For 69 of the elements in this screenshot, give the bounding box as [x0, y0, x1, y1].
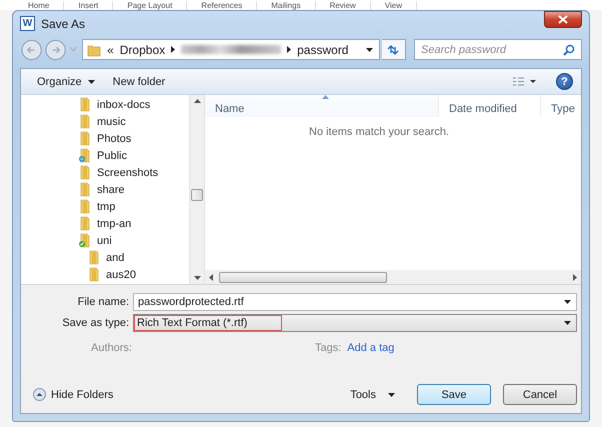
- scroll-left-icon[interactable]: [209, 274, 213, 280]
- folder-icon: [78, 97, 92, 112]
- folder-icon: [87, 42, 102, 56]
- folder-icon: [78, 131, 92, 146]
- add-tag-link[interactable]: Add a tag: [347, 342, 394, 354]
- chevron-icon[interactable]: [287, 46, 292, 53]
- tree-item[interactable]: and: [21, 249, 189, 266]
- type-dropdown[interactable]: Rich Text Format (*.rtf): [133, 314, 577, 332]
- folder-icon: [87, 267, 101, 282]
- tree-item[interactable]: Photos: [21, 130, 189, 147]
- folder-icon: [87, 250, 101, 265]
- caret-icon: [388, 392, 395, 396]
- caret-icon: [88, 80, 95, 84]
- tree-item[interactable]: share: [21, 181, 189, 198]
- synced-folder-icon: [78, 233, 92, 248]
- organize-menu[interactable]: Organize: [31, 74, 101, 90]
- tree-item[interactable]: music: [21, 113, 189, 130]
- close-icon: [558, 15, 568, 24]
- metadata-label: Tags:: [315, 342, 342, 354]
- vertical-scrollbar[interactable]: [189, 95, 204, 284]
- overflow-mark[interactable]: «: [107, 42, 114, 56]
- column-header[interactable]: Type: [541, 95, 581, 117]
- address-bar[interactable]: « Dropbox password: [82, 39, 380, 60]
- filename-field[interactable]: passwordprotected.rtf: [133, 293, 577, 311]
- refresh-button[interactable]: [382, 39, 406, 60]
- tree-item[interactable]: aus20: [21, 266, 189, 283]
- scroll-down-icon[interactable]: [194, 276, 200, 280]
- tools-menu[interactable]: Tools: [350, 388, 395, 400]
- dropdown-arrow-icon[interactable]: [564, 321, 571, 325]
- word-icon: W: [20, 16, 35, 31]
- help-button[interactable]: ?: [556, 73, 573, 90]
- new-folder-button[interactable]: New folder: [106, 74, 172, 90]
- breadcrumb-item[interactable]: Dropbox: [120, 42, 166, 56]
- dropdown-arrow-icon[interactable]: [564, 300, 571, 304]
- empty-message: No items match your search.: [308, 125, 450, 140]
- column-header[interactable]: Date modified: [439, 95, 541, 117]
- folder-icon: [78, 114, 92, 129]
- column-header[interactable]: Name: [205, 95, 439, 117]
- folder-icon: [78, 165, 92, 180]
- search-icon: [562, 44, 575, 56]
- close-button[interactable]: [544, 11, 582, 28]
- folder-icon: [78, 199, 92, 214]
- horizontal-scrollbar[interactable]: [205, 270, 581, 284]
- chevron-icon[interactable]: [171, 46, 176, 53]
- shared-folder-icon: [78, 148, 92, 163]
- cancel-button[interactable]: Cancel: [503, 384, 577, 405]
- scroll-thumb[interactable]: [191, 189, 203, 201]
- collapse-icon: [33, 388, 46, 401]
- refresh-icon: [386, 44, 400, 56]
- tree-item[interactable]: tmp: [21, 198, 189, 215]
- tree-item[interactable]: tmp-an: [21, 215, 189, 232]
- scroll-right-icon[interactable]: [573, 274, 577, 280]
- window-title: Save As: [41, 16, 86, 30]
- save-button[interactable]: Save: [417, 384, 491, 405]
- field-label: File name:: [76, 296, 129, 308]
- breadcrumb-item[interactable]: password: [297, 42, 348, 56]
- scroll-thumb[interactable]: [219, 272, 387, 282]
- tree-item[interactable]: inbox-docs: [21, 96, 189, 113]
- tree-item[interactable]: uni: [21, 232, 189, 249]
- dropdown-arrow-icon[interactable]: [366, 48, 373, 52]
- folder-icon: [78, 216, 92, 231]
- hide-folders-button[interactable]: Hide Folders: [33, 388, 114, 401]
- metadata-label: Authors:: [91, 342, 132, 354]
- scroll-up-icon[interactable]: [194, 99, 200, 103]
- tree-item[interactable]: Public: [21, 147, 189, 164]
- view-options-icon[interactable]: [512, 76, 536, 86]
- folder-icon: [78, 182, 92, 197]
- field-label: Save as type:: [61, 317, 129, 329]
- tree-item[interactable]: Screenshots: [21, 164, 189, 181]
